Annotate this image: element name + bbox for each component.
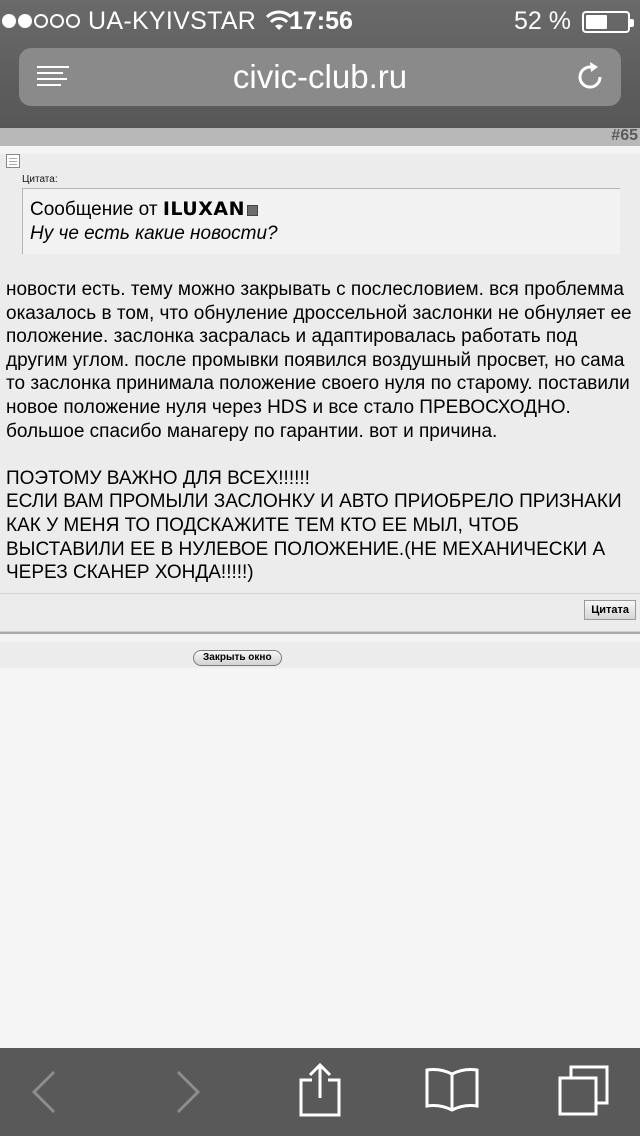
battery-icon xyxy=(582,11,634,33)
battery-nub xyxy=(630,19,634,27)
browser-chrome-top: UA-KYIVSTAR 17:56 52 % civic-club.ru xyxy=(0,0,640,128)
url-text[interactable]: civic-club.ru xyxy=(19,58,621,96)
quote-header: Сообщение от ILUXAN xyxy=(30,197,620,222)
clock: 17:56 xyxy=(289,7,353,35)
tabs-icon[interactable] xyxy=(557,1064,611,1118)
reload-icon[interactable] xyxy=(573,60,607,94)
status-bar: UA-KYIVSTAR 17:56 52 % xyxy=(0,0,640,40)
address-bar[interactable]: civic-club.ru xyxy=(19,48,621,106)
quote-label: Цитата: xyxy=(22,174,58,185)
quote-button[interactable]: Цитата xyxy=(584,599,636,620)
post-text: новости есть. тему можно закрывать с пос… xyxy=(6,279,632,584)
signal-dot xyxy=(50,14,64,28)
post-document-icon xyxy=(6,154,20,168)
carrier-name: UA-KYIVSTAR xyxy=(88,6,257,35)
post-header-bar: #65 xyxy=(0,127,640,146)
signal-dot xyxy=(2,14,16,28)
quote-box: Сообщение от ILUXAN Ну че есть какие нов… xyxy=(22,188,620,254)
close-window-button[interactable]: Закрыть окно xyxy=(193,649,282,666)
blank-page-area xyxy=(0,668,640,1048)
signal-dot xyxy=(18,14,32,28)
status-left: UA-KYIVSTAR xyxy=(2,6,293,35)
signal-strength-icon xyxy=(2,14,82,28)
quote-author: ILUXAN xyxy=(162,198,245,220)
view-post-icon[interactable] xyxy=(247,205,258,216)
battery-fill xyxy=(586,15,607,29)
post-actions: Цитата xyxy=(0,592,640,625)
quote-text: Ну че есть какие новости? xyxy=(30,223,278,244)
page-content: #65 Цитата: Сообщение от ILUXAN Ну че ес… xyxy=(0,127,640,1048)
bookmarks-icon[interactable] xyxy=(424,1066,480,1114)
post-number[interactable]: #65 xyxy=(611,127,638,145)
signal-dot xyxy=(66,14,80,28)
signal-dot xyxy=(34,14,48,28)
post-body: Цитата: Сообщение от ILUXAN Ну че есть к… xyxy=(0,154,640,632)
forward-icon[interactable] xyxy=(172,1070,202,1114)
back-icon[interactable] xyxy=(30,1070,60,1114)
browser-toolbar-bottom xyxy=(0,1048,640,1136)
share-icon[interactable] xyxy=(298,1062,342,1118)
quote-prefix: Сообщение от xyxy=(30,199,163,220)
battery-percent: 52 % xyxy=(514,7,571,35)
